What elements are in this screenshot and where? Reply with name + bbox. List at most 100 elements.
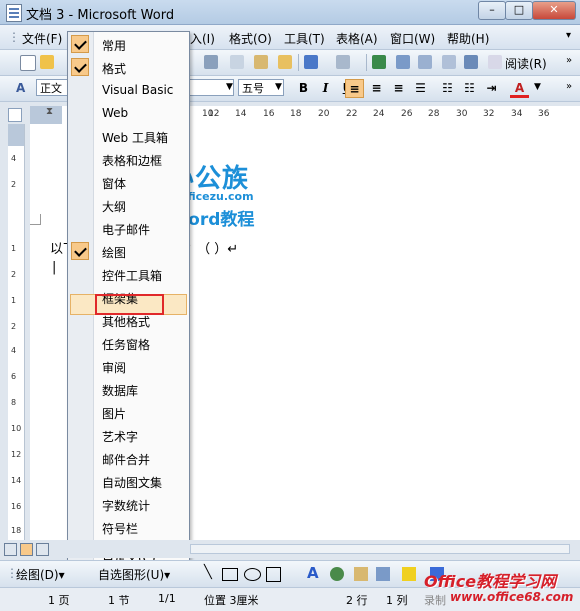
rectangle-tool-icon[interactable] bbox=[222, 568, 238, 581]
toolbar-menu-item[interactable]: 自动图文集 bbox=[68, 470, 189, 493]
toolbar-menu-item[interactable]: 审阅 bbox=[68, 355, 189, 378]
tab-selector[interactable] bbox=[8, 108, 22, 122]
columns-icon[interactable] bbox=[442, 55, 456, 69]
ruler-mark: 22 bbox=[346, 109, 358, 119]
textbox-tool-icon[interactable] bbox=[266, 567, 281, 582]
align-left-button[interactable]: ≡ bbox=[345, 79, 364, 98]
open-icon[interactable] bbox=[40, 55, 54, 69]
wordart-icon[interactable]: A bbox=[307, 564, 319, 582]
chevron-down-icon[interactable]: ▼ bbox=[275, 82, 282, 92]
oval-tool-icon[interactable] bbox=[244, 568, 261, 581]
menu-table[interactable]: 表格(A) bbox=[336, 30, 378, 47]
watermark-url: www.office68.com bbox=[450, 590, 574, 604]
align-center-button[interactable]: ≡ bbox=[367, 79, 386, 98]
indent-marker-icon[interactable]: ⧗ bbox=[46, 106, 53, 117]
toolbar-menu-item[interactable]: 字数统计 bbox=[68, 493, 189, 516]
cut-icon[interactable] bbox=[204, 55, 218, 69]
new-icon[interactable] bbox=[20, 55, 36, 71]
tables-borders-icon[interactable] bbox=[396, 55, 410, 69]
numbering-button[interactable]: ☷ bbox=[438, 79, 457, 98]
ruler-mark: 24 bbox=[373, 109, 385, 119]
bullets-button[interactable]: ☷ bbox=[460, 79, 479, 98]
picture-icon[interactable] bbox=[376, 567, 390, 581]
redo-icon[interactable] bbox=[336, 55, 350, 69]
word-document-icon[interactable] bbox=[6, 4, 22, 22]
menu-item-label: 绘图 bbox=[102, 246, 127, 260]
toolbar-menu-item[interactable]: 格式 bbox=[68, 56, 189, 79]
chevron-down-icon[interactable]: ▼ bbox=[534, 82, 541, 92]
read-mode-label[interactable]: 阅读(R) bbox=[505, 55, 547, 72]
copy-icon[interactable] bbox=[230, 55, 244, 69]
justify-button[interactable]: ☰ bbox=[411, 79, 430, 98]
toolbar-menu-item[interactable]: 图片 bbox=[68, 401, 189, 424]
ruler-mark: 18 bbox=[290, 109, 302, 119]
ruler-mark: 32 bbox=[483, 109, 495, 119]
menu-item-label: 电子邮件 bbox=[102, 223, 151, 237]
ruler-mark: 4 bbox=[11, 346, 17, 355]
toolbar-menu-item[interactable]: Visual Basic bbox=[68, 79, 189, 102]
read-mode-icon[interactable] bbox=[488, 55, 502, 69]
print-view-button[interactable] bbox=[36, 543, 49, 556]
toolbar-menu-item[interactable]: 邮件合并 bbox=[68, 447, 189, 470]
toolbar-menu-item[interactable]: 电子邮件 bbox=[68, 217, 189, 240]
draw-menu-button[interactable]: 绘图(D)▾ bbox=[16, 566, 65, 583]
menu-window[interactable]: 窗口(W) bbox=[390, 30, 435, 47]
toolbar-options-icon[interactable]: » bbox=[566, 55, 572, 66]
toolbar-menu-item[interactable]: 大纲 bbox=[68, 194, 189, 217]
insert-table-icon[interactable] bbox=[418, 55, 432, 69]
menu-item-label: 大纲 bbox=[102, 200, 127, 214]
font-color-button[interactable]: A bbox=[510, 79, 529, 98]
italic-button[interactable]: I bbox=[316, 79, 335, 98]
normal-view-button[interactable] bbox=[4, 543, 17, 556]
status-position: 位置 3厘米 bbox=[204, 594, 259, 607]
menu-help[interactable]: 帮助(H) bbox=[447, 30, 489, 47]
menu-file[interactable]: 文件(F) bbox=[22, 30, 62, 47]
styles-pane-icon[interactable]: A bbox=[16, 81, 25, 95]
autoshapes-menu-button[interactable]: 自选图形(U)▾ bbox=[98, 566, 170, 583]
menu-help-arrow[interactable]: ▾ bbox=[566, 30, 571, 41]
toolbar-menu-item[interactable]: 任务窗格 bbox=[68, 332, 189, 355]
paste-icon[interactable] bbox=[254, 55, 268, 69]
fill-color-icon[interactable] bbox=[402, 567, 416, 581]
hyperlink-icon[interactable] bbox=[372, 55, 386, 69]
horizontal-scrollbar[interactable] bbox=[190, 544, 570, 554]
vertical-ruler[interactable]: 4 2 1 2 1 2 4 6 8 10 12 14 16 18 bbox=[8, 124, 25, 540]
ruler-mark: 16 bbox=[11, 502, 22, 511]
ruler-mark: 8 bbox=[11, 398, 17, 407]
diagram-icon[interactable] bbox=[330, 567, 344, 581]
status-record[interactable]: 录制 bbox=[424, 592, 446, 608]
menu-tools[interactable]: 工具(T) bbox=[284, 30, 325, 47]
toolbar-menu-item[interactable]: 绘图 bbox=[68, 240, 189, 263]
web-view-button[interactable] bbox=[20, 543, 33, 556]
chevron-down-icon[interactable]: ▼ bbox=[226, 82, 233, 92]
line-tool-icon[interactable]: ╲ bbox=[204, 565, 212, 580]
toolbar-menu-item[interactable]: 表格和边框 bbox=[68, 148, 189, 171]
toolbar-menu-item[interactable]: 常用 bbox=[68, 33, 189, 56]
maximize-button[interactable]: □ bbox=[505, 1, 533, 20]
show-hide-icon[interactable] bbox=[464, 55, 478, 69]
clipart-icon[interactable] bbox=[354, 567, 368, 581]
toolbar-menu-item[interactable]: 数据库 bbox=[68, 378, 189, 401]
style-combo[interactable]: 正文 bbox=[36, 79, 70, 96]
toolbar-menu-item[interactable]: Web bbox=[68, 102, 189, 125]
align-right-button[interactable]: ≡ bbox=[389, 79, 408, 98]
format-painter-icon[interactable] bbox=[278, 55, 292, 69]
indent-button[interactable]: ⇥ bbox=[482, 79, 501, 98]
menu-insert[interactable]: 入(I) bbox=[190, 30, 215, 47]
checkmark-icon bbox=[71, 242, 89, 260]
toolbar-menu-item[interactable]: 控件工具箱 bbox=[68, 263, 189, 286]
toolbar-options-icon[interactable]: » bbox=[566, 81, 572, 92]
annotation-red-box bbox=[95, 294, 164, 315]
menu-format[interactable]: 格式(O) bbox=[229, 30, 272, 47]
toolbar-menu-item[interactable]: 符号栏 bbox=[68, 516, 189, 539]
toolbar-menu-item[interactable]: 窗体 bbox=[68, 171, 189, 194]
bold-button[interactable]: B bbox=[294, 79, 313, 98]
ruler-mark: 30 bbox=[456, 109, 468, 119]
menu-item-label: 格式 bbox=[102, 62, 127, 76]
toolbar-menu-item[interactable]: Web 工具箱 bbox=[68, 125, 189, 148]
undo-icon[interactable] bbox=[304, 55, 318, 69]
minimize-button[interactable]: – bbox=[478, 1, 506, 20]
ruler-mark: 1 bbox=[11, 244, 17, 253]
toolbar-menu-item[interactable]: 艺术字 bbox=[68, 424, 189, 447]
close-button[interactable]: ✕ bbox=[532, 1, 576, 20]
